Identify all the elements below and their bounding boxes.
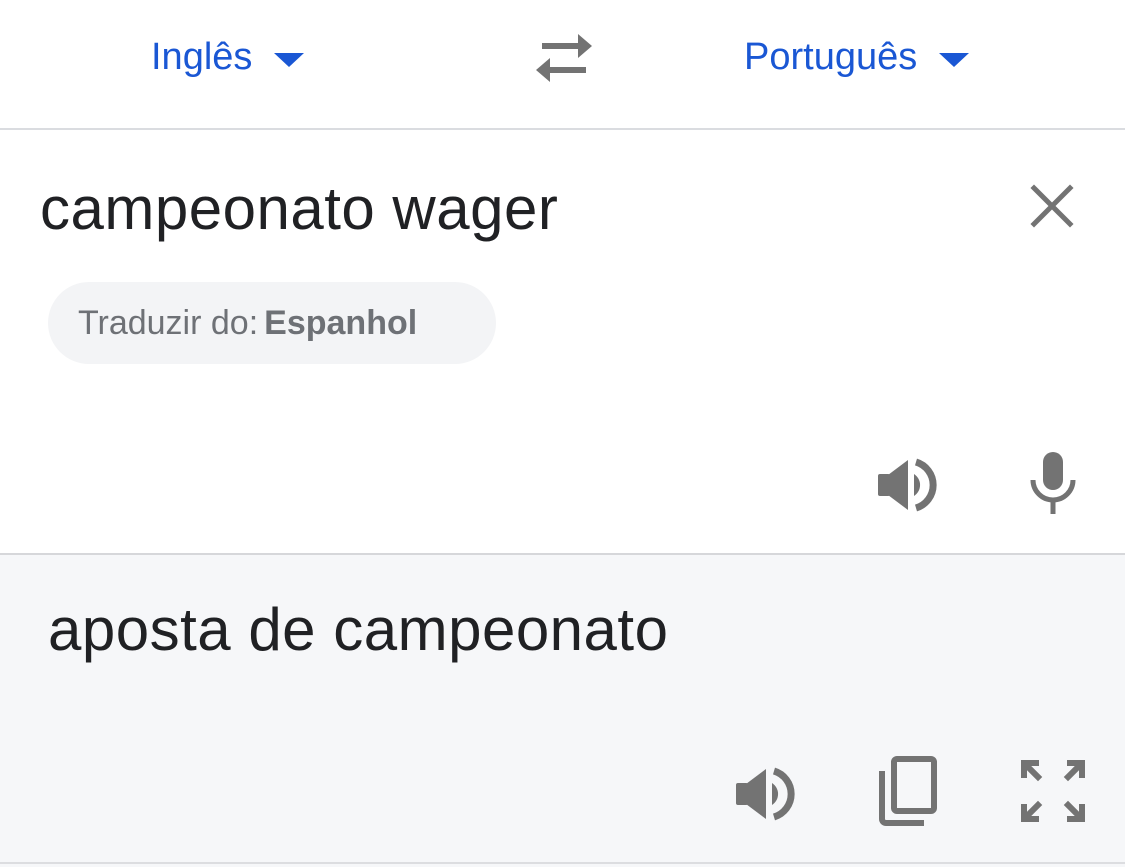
source-language-select[interactable]: Inglês <box>151 32 305 82</box>
source-panel: campeonato wager Traduzir do: Espanhol <box>0 132 1125 554</box>
copy-translation-button[interactable] <box>876 755 940 827</box>
detected-language-chip[interactable]: Traduzir do: Espanhol <box>48 282 496 364</box>
detected-language-label: Espanhol <box>264 303 418 342</box>
source-text-input[interactable]: campeonato wager <box>40 174 558 243</box>
swap-languages-button[interactable] <box>528 30 600 86</box>
source-listen-button[interactable] <box>876 454 942 516</box>
result-listen-button[interactable] <box>734 763 800 825</box>
bottom-divider <box>0 862 1125 864</box>
result-panel: aposta de campeonato <box>0 555 1125 867</box>
source-language-label: Inglês <box>151 35 253 78</box>
target-language-label: Português <box>744 35 918 78</box>
speaker-icon <box>878 458 937 512</box>
speaker-icon <box>736 767 795 821</box>
fullscreen-icon <box>1021 760 1085 822</box>
translation-output: aposta de campeonato <box>48 596 669 663</box>
voice-input-button[interactable] <box>1028 450 1078 516</box>
caret-down-icon <box>274 53 305 67</box>
detect-prefix-label: Traduzir do: <box>78 303 259 342</box>
fullscreen-button[interactable] <box>1020 759 1086 823</box>
target-language-select[interactable]: Português <box>744 32 970 82</box>
swap-arrows-icon <box>536 34 592 82</box>
clear-text-button[interactable] <box>1026 180 1078 232</box>
copy-icon <box>879 756 937 826</box>
microphone-icon <box>1030 452 1076 514</box>
language-bar: Inglês Português <box>0 0 1125 130</box>
translate-page: Inglês Português campeonato wager Traduz… <box>0 0 1125 867</box>
caret-down-icon <box>939 53 970 67</box>
close-icon <box>1030 184 1074 228</box>
